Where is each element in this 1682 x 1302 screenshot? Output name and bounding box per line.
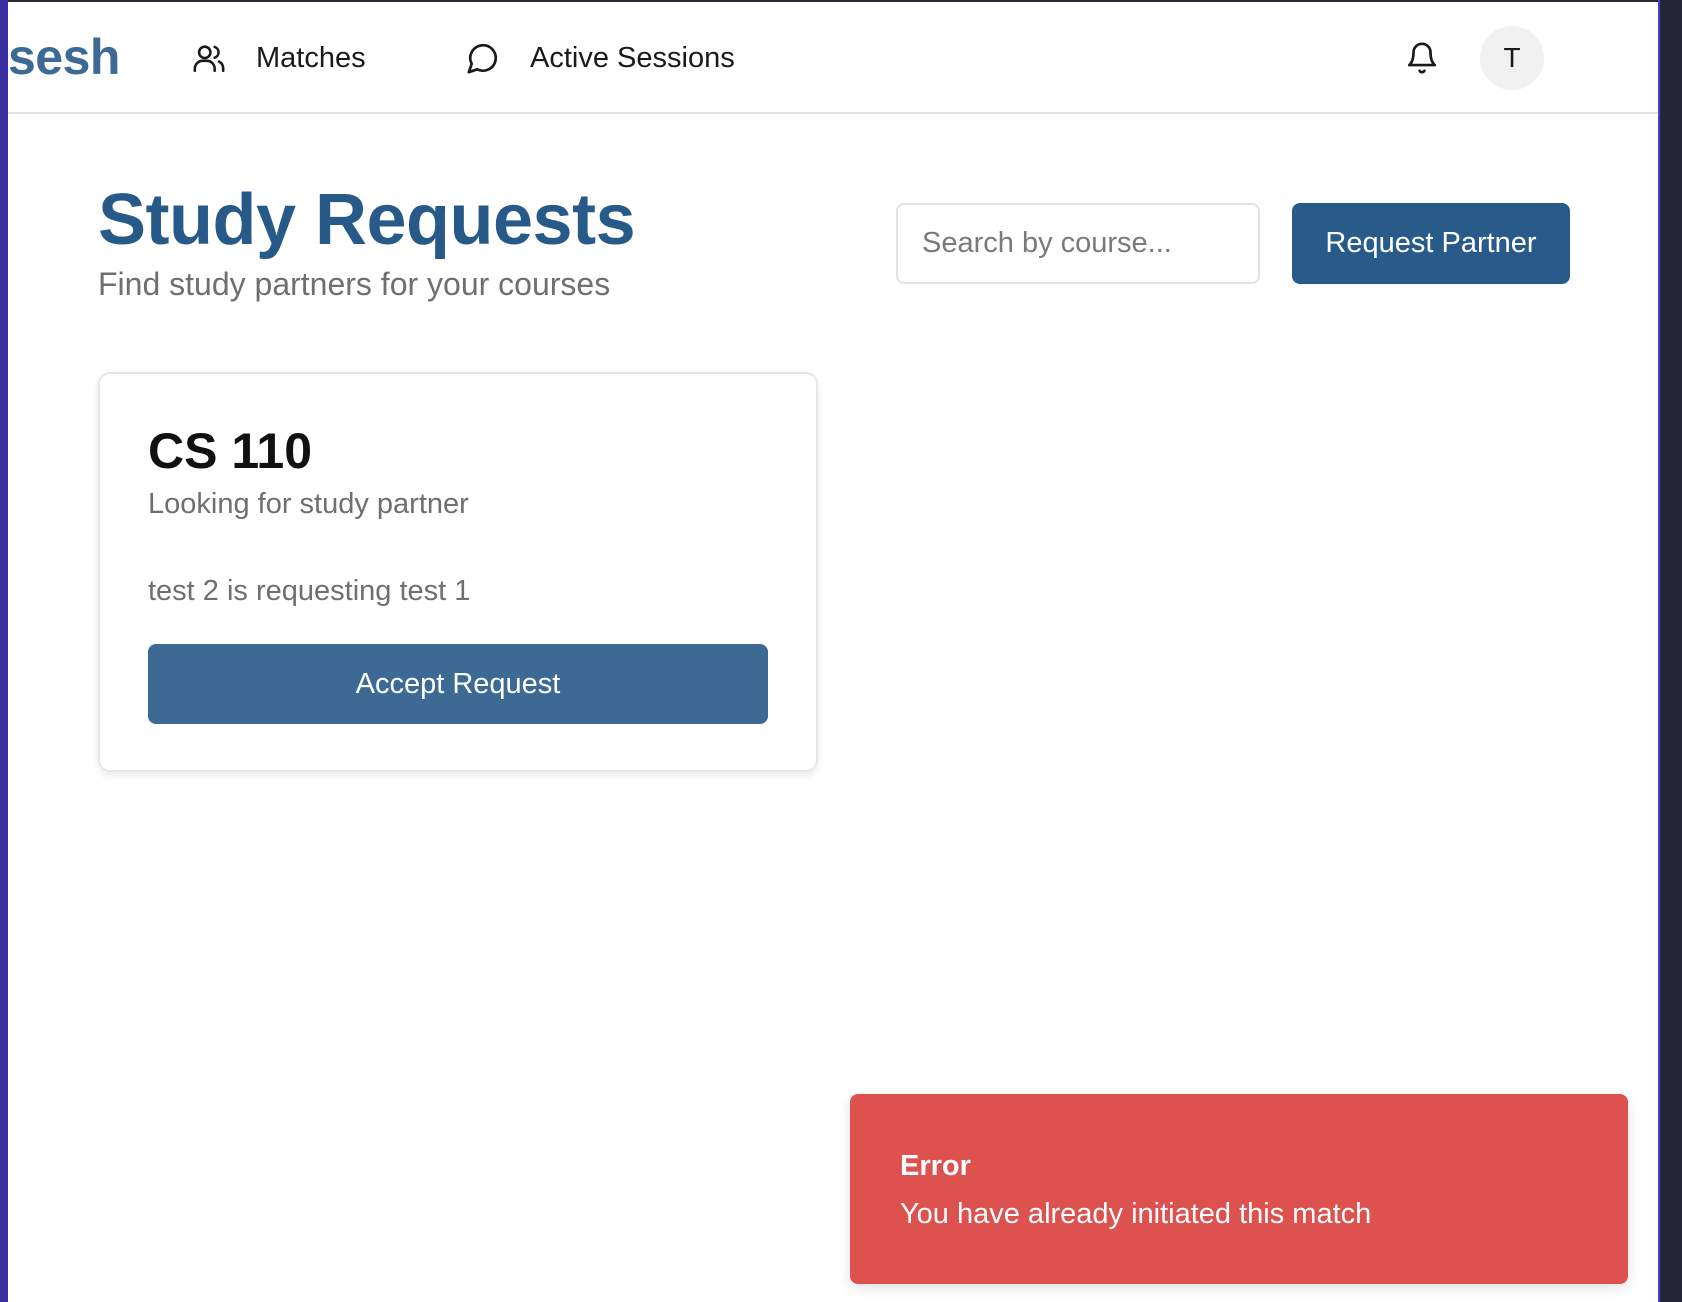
nav-link-label: Matches [256,41,366,74]
window-frame-left [0,0,8,1302]
chat-bubble-icon [466,41,500,75]
toast-message: You have already initiated this match [900,1198,1372,1230]
app-root: sesh Matches Active Sessions T Study Req… [8,2,1658,1302]
page-subtitle: Find study partners for your courses [98,266,611,302]
error-toast[interactable]: Error You have already initiated this ma… [850,1094,1628,1284]
nav-link-matches[interactable]: Matches [192,38,366,78]
users-icon [192,41,226,75]
requester-text: test 2 is requesting test 1 [148,575,471,607]
accept-request-button[interactable]: Accept Request [148,644,768,724]
window-frame-right [1658,0,1682,1302]
page-title: Study Requests [98,180,636,260]
request-card: CS 110 Looking for study partner test 2 … [98,372,818,772]
course-title: CS 110 [148,423,313,479]
top-nav: sesh Matches Active Sessions T [8,2,1658,114]
request-description: Looking for study partner [148,488,469,520]
window-frame-right-edge [1658,0,1660,1302]
nav-link-label: Active Sessions [530,41,735,74]
toast-title: Error [900,1150,971,1182]
logo[interactable]: sesh [8,28,120,86]
request-partner-button[interactable]: Request Partner [1292,203,1570,284]
search-input[interactable] [896,203,1260,284]
nav-link-active-sessions[interactable]: Active Sessions [466,38,735,78]
avatar[interactable]: T [1480,26,1544,90]
bell-icon[interactable] [1405,40,1441,80]
